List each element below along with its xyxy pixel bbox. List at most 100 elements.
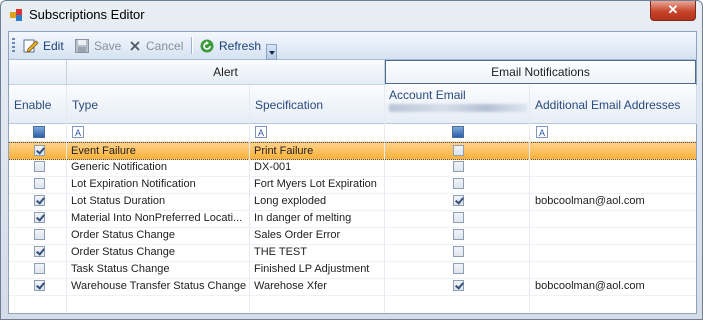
app-icon bbox=[10, 9, 22, 21]
account-email-checkbox[interactable] bbox=[453, 178, 464, 189]
enable-filter-checkbox[interactable] bbox=[33, 126, 45, 138]
type-cell: Order Status Change bbox=[71, 229, 175, 241]
edit-button[interactable]: Edit bbox=[23, 36, 64, 55]
enable-checkbox[interactable] bbox=[34, 263, 45, 274]
subscriptions-grid: Alert Email Notifications Enable Type Sp… bbox=[9, 60, 697, 313]
account-email-filter-checkbox[interactable] bbox=[452, 126, 464, 138]
account-email-checkbox[interactable] bbox=[453, 145, 464, 156]
account-email-checkbox[interactable] bbox=[453, 212, 464, 223]
band-alert[interactable]: Alert bbox=[67, 60, 385, 85]
type-cell: Event Failure bbox=[71, 145, 136, 157]
enable-checkbox[interactable] bbox=[34, 161, 45, 172]
close-button[interactable]: ✕ bbox=[650, 1, 696, 21]
window-title: Subscriptions Editor bbox=[29, 7, 145, 22]
additional-emails-cell bbox=[535, 227, 693, 244]
specification-cell: Print Failure bbox=[254, 145, 314, 157]
type-cell: Generic Notification bbox=[71, 161, 167, 173]
specification-cell: Fort Myers Lot Expiration bbox=[254, 178, 377, 190]
column-header-account-email[interactable]: Account Email bbox=[385, 85, 530, 124]
enable-checkbox[interactable] bbox=[34, 145, 45, 156]
type-filter-icon[interactable]: A bbox=[72, 126, 84, 138]
account-email-checkbox[interactable] bbox=[453, 280, 464, 291]
save-icon bbox=[75, 38, 89, 53]
specification-cell: DX-001 bbox=[254, 161, 292, 173]
account-email-checkbox[interactable] bbox=[453, 229, 464, 240]
column-header-type[interactable]: Type bbox=[67, 85, 250, 124]
additional-emails-cell bbox=[535, 210, 693, 227]
refresh-label: Refresh bbox=[219, 38, 262, 53]
specification-cell: In danger of melting bbox=[254, 212, 352, 224]
specification-filter-icon[interactable]: A bbox=[255, 126, 267, 138]
column-label-additional-emails: Additional Email Addresses bbox=[535, 98, 681, 112]
specification-cell: Sales Order Error bbox=[254, 229, 341, 241]
table-row[interactable]: Material Into NonPreferred Locati... In d… bbox=[9, 210, 696, 228]
account-email-redacted bbox=[389, 104, 527, 112]
refresh-button[interactable]: Refresh bbox=[199, 36, 261, 55]
svg-text:A: A bbox=[539, 128, 545, 138]
band-blank bbox=[9, 60, 67, 85]
table-row[interactable]: Order Status Change THE TEST bbox=[9, 244, 696, 262]
grid-divider bbox=[384, 85, 385, 313]
table-row[interactable]: Generic Notification DX-001 bbox=[9, 159, 696, 177]
grid-divider bbox=[249, 85, 250, 313]
column-label-enable: Enable bbox=[14, 98, 52, 112]
band-email-notifications[interactable]: Email Notifications bbox=[385, 60, 696, 84]
toolbar: Edit Save Cancel Refresh bbox=[9, 32, 696, 60]
enable-checkbox[interactable] bbox=[34, 178, 45, 189]
save-button[interactable]: Save bbox=[74, 36, 121, 55]
additional-emails-cell bbox=[535, 244, 693, 261]
additional-emails-filter-icon[interactable]: A bbox=[536, 126, 548, 138]
specification-cell: Long exploded bbox=[254, 195, 327, 207]
column-header-additional-emails[interactable]: Additional Email Addresses bbox=[530, 85, 697, 124]
account-email-checkbox[interactable] bbox=[453, 195, 464, 206]
account-email-checkbox[interactable] bbox=[453, 263, 464, 274]
enable-checkbox[interactable] bbox=[34, 195, 45, 206]
toolbar-separator bbox=[191, 37, 193, 54]
table-row[interactable]: Warehouse Transfer Status Change Warehose… bbox=[9, 278, 696, 296]
column-label-specification: Specification bbox=[255, 98, 324, 112]
column-header-specification[interactable]: Specification bbox=[250, 85, 385, 124]
account-email-checkbox[interactable] bbox=[453, 246, 464, 257]
edit-label: Edit bbox=[43, 38, 64, 53]
specification-cell: Warehose Xfer bbox=[254, 280, 327, 292]
column-header-enable[interactable]: Enable bbox=[9, 85, 67, 124]
additional-emails-cell: bobcoolman@aol.com bbox=[535, 195, 645, 207]
specification-cell: Finished LP Adjustment bbox=[254, 263, 370, 275]
cancel-button[interactable]: Cancel bbox=[128, 36, 183, 55]
enable-checkbox[interactable] bbox=[34, 280, 45, 291]
table-row[interactable]: Task Status Change Finished LP Adjustment bbox=[9, 261, 696, 279]
enable-checkbox[interactable] bbox=[34, 229, 45, 240]
filter-row: A A A bbox=[9, 124, 696, 142]
toolbar-overflow-button[interactable] bbox=[266, 44, 277, 60]
save-label: Save bbox=[94, 38, 122, 53]
grid-divider bbox=[66, 85, 67, 313]
table-row[interactable]: Event Failure Print Failure bbox=[9, 142, 696, 160]
edit-icon bbox=[23, 39, 39, 53]
type-cell: Warehouse Transfer Status Change bbox=[71, 280, 247, 292]
table-row[interactable]: Lot Expiration Notification Fort Myers Lo… bbox=[9, 176, 696, 194]
account-email-checkbox[interactable] bbox=[453, 161, 464, 172]
table-row[interactable]: Lot Status Duration Long exploded bobcoolm… bbox=[9, 193, 696, 211]
title-bar[interactable]: Subscriptions Editor ✕ bbox=[1, 1, 702, 29]
type-cell: Lot Status Duration bbox=[71, 195, 166, 207]
type-cell: Lot Expiration Notification bbox=[71, 178, 196, 190]
enable-checkbox[interactable] bbox=[34, 212, 45, 223]
toolbar-grip[interactable] bbox=[12, 38, 15, 53]
svg-text:A: A bbox=[258, 128, 264, 138]
column-label-account-email: Account Email bbox=[389, 88, 466, 102]
additional-emails-cell bbox=[535, 261, 693, 278]
type-cell: Task Status Change bbox=[71, 263, 170, 275]
svg-text:A: A bbox=[75, 128, 81, 138]
enable-checkbox[interactable] bbox=[34, 246, 45, 257]
grid-divider bbox=[529, 85, 530, 313]
additional-emails-cell bbox=[535, 176, 693, 193]
cancel-icon bbox=[130, 40, 140, 51]
additional-emails-cell: bobcoolman@aol.com bbox=[535, 280, 645, 292]
additional-emails-cell bbox=[535, 159, 693, 176]
editor-client-area: Edit Save Cancel Refresh Alert Email Not… bbox=[8, 31, 697, 314]
subscriptions-editor-window: Subscriptions Editor ✕ Edit Save Cancel … bbox=[0, 0, 703, 320]
specification-cell: THE TEST bbox=[254, 246, 307, 258]
cancel-label: Cancel bbox=[146, 38, 184, 53]
table-row[interactable]: Order Status Change Sales Order Error bbox=[9, 227, 696, 245]
refresh-icon bbox=[200, 39, 214, 52]
